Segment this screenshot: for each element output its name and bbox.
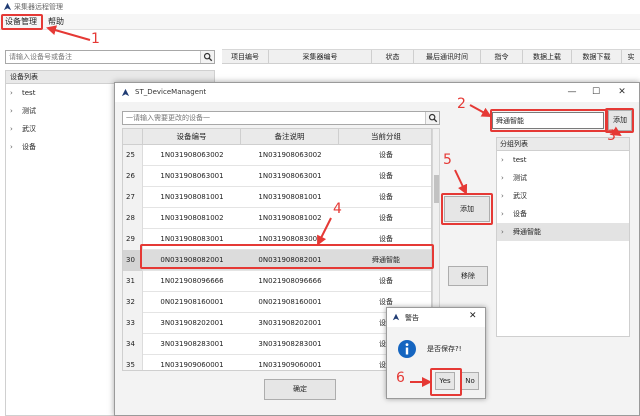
annotation-arrows xyxy=(46,25,622,387)
arrow-step-5 xyxy=(454,169,468,195)
arrow-step-2 xyxy=(469,104,492,117)
arrow-step-3 xyxy=(610,126,622,137)
arrow-step-4 xyxy=(317,217,332,246)
arrow-step-1 xyxy=(46,25,91,41)
